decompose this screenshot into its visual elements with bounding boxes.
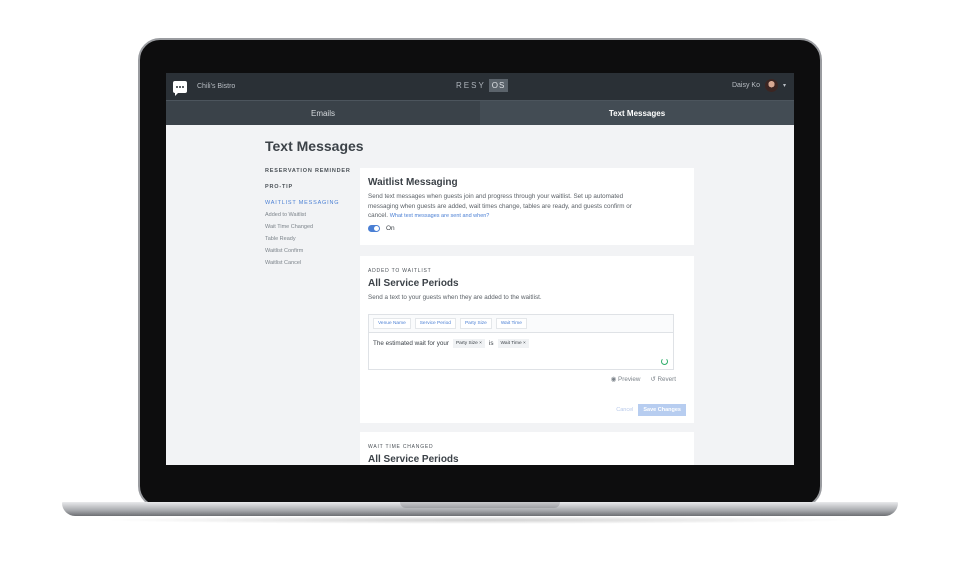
cancel-button[interactable]: Cancel (616, 407, 633, 413)
app-screen: Chili's Bistro RESY OS Daisy Ko ▾ Emails… (166, 73, 794, 465)
sidebar-nav: RESERVATION REMINDER PRO-TIP WAITLIST ME… (265, 168, 365, 272)
sidebar-item-waitlist-cancel[interactable]: Waitlist Cancel (265, 260, 365, 266)
waitlist-toggle[interactable]: On (368, 225, 395, 232)
eye-icon: ◉ (610, 376, 617, 383)
laptop-shadow (100, 516, 860, 524)
card-title: Waitlist Messaging (368, 177, 458, 188)
remove-icon[interactable]: × (479, 341, 482, 346)
token-venue-name[interactable]: Venue Name (373, 318, 411, 329)
card-description: Send a text to your guests when they are… (368, 294, 542, 301)
save-changes-button[interactable]: Save Changes (638, 404, 686, 416)
wait-time-changed-card: WAIT TIME CHANGED All Service Periods (360, 432, 694, 465)
chip-wait-time[interactable]: Wait Time × (497, 339, 529, 348)
venue-name[interactable]: Chili's Bistro (197, 83, 235, 90)
main-content: Text Messages RESERVATION REMINDER PRO-T… (166, 125, 794, 465)
message-body[interactable]: The estimated wait for your Party Size ×… (369, 333, 673, 354)
resy-os-logo: RESY OS (456, 79, 509, 92)
sidebar-item-added-to-waitlist[interactable]: Added to Waitlist (265, 212, 365, 218)
top-bar: Chili's Bistro RESY OS Daisy Ko ▾ (166, 73, 794, 100)
logo-os: OS (488, 79, 509, 92)
token-bar: Venue Name Service Period Party Size Wai… (369, 315, 673, 333)
card-eyebrow: WAIT TIME CHANGED (368, 444, 434, 450)
tab-bar: Emails Text Messages (166, 100, 794, 125)
chip-party-size[interactable]: Party Size × (452, 339, 485, 348)
sidebar-item-waitlist-confirm[interactable]: Waitlist Confirm (265, 248, 365, 254)
sidebar-item-table-ready[interactable]: Table Ready (265, 236, 365, 242)
token-wait-time[interactable]: Wait Time (495, 318, 527, 329)
remove-icon[interactable]: × (523, 341, 526, 346)
logo-resy: RESY (456, 81, 486, 90)
toggle-label: On (386, 225, 395, 232)
tab-text-messages[interactable]: Text Messages (480, 100, 794, 125)
message-text: The estimated wait for your (373, 340, 449, 347)
avatar[interactable] (764, 79, 778, 92)
token-service-period[interactable]: Service Period (414, 318, 456, 329)
revert-button[interactable]: ↺ Revert (650, 376, 676, 383)
user-name: Daisy Ko (731, 82, 760, 89)
help-link[interactable]: What text messages are sent and when? (390, 213, 490, 219)
editor-actions: ◉ Preview ↺ Revert (611, 376, 676, 383)
form-buttons: Cancel Save Changes (616, 404, 686, 416)
user-menu[interactable]: Daisy Ko ▾ (732, 79, 786, 92)
sidebar-item-waitlist-messaging[interactable]: WAITLIST MESSAGING (265, 200, 365, 206)
undo-icon: ↺ (650, 376, 656, 383)
card-title: All Service Periods (368, 454, 459, 465)
chat-icon[interactable] (173, 80, 187, 96)
card-eyebrow: ADDED TO WAITLIST (368, 268, 432, 274)
sidebar-heading-pro-tip[interactable]: PRO-TIP (265, 184, 365, 190)
message-connector: is (488, 340, 494, 347)
sidebar-item-wait-time-changed[interactable]: Wait Time Changed (265, 224, 365, 230)
card-description: Send text messages when guests join and … (368, 192, 638, 222)
laptop-notch (400, 502, 560, 508)
preview-label: Preview (618, 376, 641, 383)
chip-label: Wait Time (500, 341, 522, 346)
token-party-size[interactable]: Party Size (459, 318, 492, 329)
toggle-switch[interactable] (368, 225, 380, 232)
chevron-down-icon[interactable]: ▾ (783, 82, 786, 89)
revert-label: Revert (657, 376, 676, 383)
message-editor[interactable]: Venue Name Service Period Party Size Wai… (368, 314, 674, 370)
waitlist-messaging-card: Waitlist Messaging Send text messages wh… (360, 168, 694, 245)
loading-spinner-icon (661, 358, 668, 365)
chip-label: Party Size (455, 341, 478, 346)
tab-emails[interactable]: Emails (166, 100, 480, 125)
page-title: Text Messages (265, 138, 364, 154)
card-title: All Service Periods (368, 278, 459, 289)
preview-button[interactable]: ◉ Preview (611, 376, 641, 383)
added-to-waitlist-card: ADDED TO WAITLIST All Service Periods Se… (360, 256, 694, 423)
sidebar-heading-reservation-reminder[interactable]: RESERVATION REMINDER (265, 168, 365, 174)
